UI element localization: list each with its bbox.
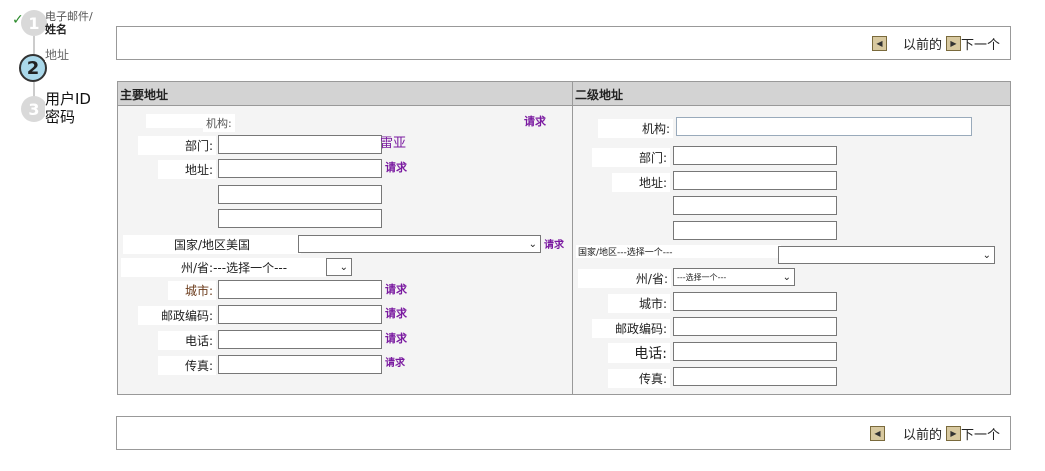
primary-phone-input[interactable] (218, 330, 382, 349)
chevron-down-icon: ⌄ (339, 261, 348, 273)
step-2-circle: 2 (19, 54, 47, 82)
secondary-address-label: 地址: (612, 173, 670, 192)
primary-address-line-2[interactable] (218, 185, 382, 204)
primary-city-input[interactable] (218, 280, 382, 299)
prev-arrow-icon[interactable]: ◀ (871, 36, 887, 51)
primary-address-line-3[interactable] (218, 209, 382, 228)
primary-city-required: 请求 (385, 283, 407, 296)
primary-state-select[interactable]: ⌄ (326, 258, 352, 276)
primary-fax-required: 请求 (385, 358, 405, 369)
primary-org-label: 机构: (203, 114, 235, 132)
next-link[interactable]: 下一个 (961, 34, 1000, 53)
prev-link[interactable]: 以前的 (903, 34, 942, 53)
step-1-circle: 1 (21, 10, 47, 36)
column-divider (572, 82, 573, 394)
prev-link[interactable]: 以前的 (903, 424, 942, 443)
secondary-state-select[interactable]: ---选择一个--- ⌄ (673, 268, 795, 286)
next-arrow-icon[interactable]: ▶ (945, 426, 961, 441)
primary-dept-hint: 雷亚 (380, 136, 407, 151)
next-arrow-icon[interactable]: ▶ (945, 36, 961, 51)
secondary-country-label: 国家/地区---选择一个--- (576, 245, 781, 258)
secondary-zip-input[interactable] (673, 317, 837, 336)
secondary-address-header: 二级地址 (573, 82, 1010, 106)
chevron-down-icon: ⌄ (782, 271, 791, 283)
secondary-fax-label: 传真: (608, 369, 670, 388)
prev-arrow-icon[interactable]: ◀ (869, 426, 885, 441)
step-3-label: 用户ID 密码 (45, 90, 99, 126)
primary-fax-input[interactable] (218, 355, 382, 374)
primary-address-required: 请求 (385, 161, 407, 174)
primary-country-required: 请求 (544, 240, 564, 251)
secondary-address-line-3[interactable] (673, 221, 837, 240)
primary-address-header: 主要地址 (118, 82, 572, 106)
primary-address-label: 地址: (158, 160, 216, 179)
primary-zip-input[interactable] (218, 305, 382, 324)
next-link[interactable]: 下一个 (961, 424, 1000, 443)
primary-country-label: 国家/地区美国 (123, 235, 301, 254)
primary-phone-required: 请求 (385, 332, 407, 345)
primary-address-line-1[interactable] (218, 159, 382, 178)
secondary-country-select[interactable]: ⌄ (778, 246, 995, 264)
primary-dept-label: 部门: (138, 136, 216, 155)
bottom-nav-bar: ◀ 以前的 ▶ 下一个 (116, 416, 1011, 450)
secondary-address-line-2[interactable] (673, 196, 837, 215)
top-nav-bar: ◀ 以前的 ▶ 下一个 (116, 26, 1011, 60)
primary-state-label: 州/省:---选择一个--- (121, 258, 326, 277)
primary-dept-input[interactable] (218, 135, 382, 154)
secondary-state-label: 州/省: (578, 269, 671, 288)
primary-org-required: 请求 (524, 115, 546, 128)
secondary-phone-label: 电话: (608, 343, 670, 363)
secondary-address-line-1[interactable] (673, 171, 837, 190)
secondary-dept-input[interactable] (673, 146, 837, 165)
step-3-circle: 3 (21, 96, 47, 122)
secondary-phone-input[interactable] (673, 342, 837, 361)
primary-zip-label: 邮政编码: (138, 306, 216, 325)
address-panel: 主要地址 二级地址 机构: 请求 部门: 雷亚 地址: 请求 国家/地区美国 ⌄… (117, 81, 1011, 395)
step-1-label[interactable]: 电子邮件/ 姓名 (45, 10, 93, 36)
primary-country-select[interactable]: ⌄ (298, 235, 541, 253)
secondary-fax-input[interactable] (673, 367, 837, 386)
secondary-city-input[interactable] (673, 292, 837, 311)
step-connector (33, 36, 35, 56)
primary-zip-required: 请求 (385, 307, 407, 320)
primary-city-label: 城市: (168, 281, 216, 300)
secondary-dept-label: 部门: (592, 148, 670, 167)
secondary-city-label: 城市: (608, 294, 670, 313)
secondary-zip-label: 邮政编码: (592, 319, 670, 338)
secondary-org-input[interactable] (676, 117, 972, 136)
chevron-down-icon: ⌄ (982, 249, 991, 261)
chevron-down-icon: ⌄ (528, 238, 537, 250)
secondary-org-label: 机构: (598, 119, 673, 138)
primary-fax-label: 传真: (158, 356, 216, 375)
step-2-label: 地址 (45, 48, 78, 63)
primary-phone-label: 电话: (158, 331, 216, 350)
